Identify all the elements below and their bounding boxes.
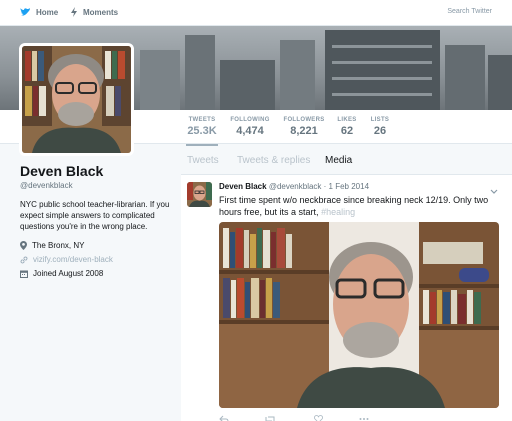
tweet-media-photo[interactable]: [219, 222, 499, 408]
joined-text: Joined August 2008: [33, 269, 104, 278]
stat-label: LIKES: [337, 117, 357, 123]
tweet-avatar[interactable]: [187, 182, 212, 207]
tweet-hashtag[interactable]: #healing: [321, 207, 355, 217]
profile-handle[interactable]: @devenkblack: [20, 181, 170, 190]
avatar-photo: [22, 46, 131, 153]
stat-followers[interactable]: FOLLOWERS 8,221: [283, 117, 325, 137]
stat-following[interactable]: FOLLOWING 4,474: [230, 117, 270, 137]
profile-location: The Bronx, NY: [20, 241, 170, 250]
stat-tweets[interactable]: TWEETS 25.3K: [186, 117, 218, 146]
tweet-author-handle[interactable]: @devenkblack: [269, 182, 322, 191]
tab-tweets-replies[interactable]: Tweets & replies: [237, 155, 310, 166]
timeline-tabs: Tweets Tweets & replies Media: [187, 155, 507, 175]
profile-info: Deven Black @devenkblack NYC public scho…: [20, 163, 170, 278]
lightning-icon: [71, 7, 77, 17]
website-link[interactable]: vizify.com/deven-black: [33, 255, 113, 264]
stat-value: 62: [340, 125, 354, 137]
stat-value: 4,474: [236, 125, 264, 137]
tab-media[interactable]: Media: [325, 155, 352, 166]
like-icon[interactable]: [314, 415, 323, 421]
profile-joined: Joined August 2008: [20, 269, 170, 278]
tab-tweets[interactable]: Tweets: [187, 155, 219, 166]
nav-moments-label: Moments: [83, 7, 119, 17]
home-icon: [20, 8, 30, 16]
tweet-date[interactable]: · 1 Feb 2014: [324, 182, 369, 191]
nav-home-label: Home: [36, 7, 59, 17]
tweet-author-name[interactable]: Deven Black: [219, 182, 267, 191]
nav-moments[interactable]: Moments: [70, 7, 118, 17]
tweet-actions: [219, 415, 419, 421]
reply-icon[interactable]: [219, 415, 229, 421]
location-text: The Bronx, NY: [32, 241, 85, 250]
nav-home[interactable]: Home: [20, 7, 58, 17]
stat-value: 25.3K: [187, 125, 217, 137]
stat-label: FOLLOWERS: [283, 117, 325, 123]
stat-label: FOLLOWING: [230, 117, 270, 123]
profile-bio: NYC public school teacher-librarian. If …: [20, 200, 170, 231]
link-icon: [20, 255, 28, 264]
retweet-icon[interactable]: [264, 415, 276, 421]
calendar-icon: [20, 270, 28, 278]
tweet-photo: [219, 222, 499, 408]
stat-label: TWEETS: [188, 117, 216, 123]
tweet-card[interactable]: Deven Black @devenkblack · 1 Feb 2014 Fi…: [181, 174, 512, 421]
search-input[interactable]: Search Twitter: [447, 8, 492, 15]
stat-lists[interactable]: LISTS 26: [369, 117, 391, 137]
profile-avatar[interactable]: [19, 43, 134, 156]
top-nav-bar: Home Moments Search Twitter: [0, 0, 512, 26]
stat-value: 26: [373, 125, 387, 137]
tweet-text: First time spent w/o neckbrace since bre…: [219, 194, 503, 218]
profile-website[interactable]: vizify.com/deven-black: [20, 255, 170, 264]
stat-likes[interactable]: LIKES 62: [336, 117, 358, 137]
more-icon[interactable]: [359, 417, 369, 421]
tweet-header: Deven Black @devenkblack · 1 Feb 2014: [219, 182, 369, 191]
stat-label: LISTS: [370, 117, 390, 123]
profile-name: Deven Black: [20, 163, 104, 179]
stat-value: 8,221: [290, 125, 318, 137]
pin-icon: [20, 241, 27, 250]
tweet-avatar-photo: [187, 182, 212, 207]
